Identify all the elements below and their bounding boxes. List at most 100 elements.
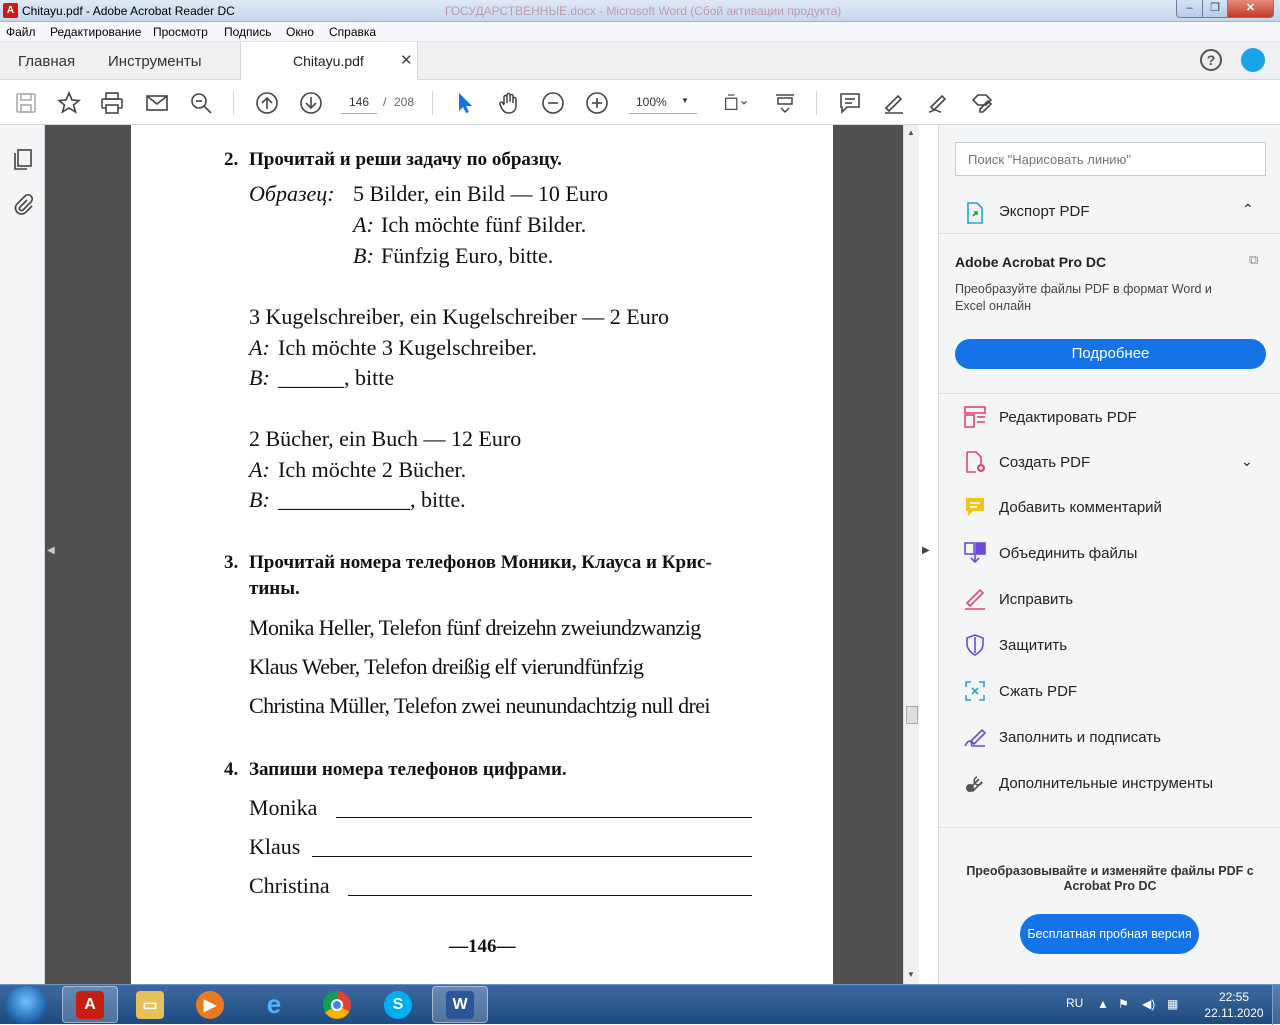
scroll-thumb[interactable]: [906, 706, 918, 724]
taskbar-skype[interactable]: S: [370, 986, 426, 1023]
draw-pen-icon[interactable]: [924, 89, 952, 117]
menu-file[interactable]: Файл: [6, 25, 36, 39]
scroll-up-icon[interactable]: ▲: [907, 128, 915, 137]
prev-page-icon[interactable]: [253, 89, 281, 117]
tab-tools[interactable]: Инструменты: [108, 53, 202, 70]
highlight-pen-icon[interactable]: [880, 89, 908, 117]
menu-edit[interactable]: Редактирование: [50, 25, 141, 39]
taskbar-internet-explorer[interactable]: e: [246, 986, 302, 1023]
collapse-right-panel-icon[interactable]: ▶: [922, 545, 936, 565]
select-cursor-icon[interactable]: [451, 89, 479, 117]
toolbar-divider: [432, 91, 433, 115]
scroll-down-icon[interactable]: ▼: [907, 970, 915, 979]
account-avatar[interactable]: [1241, 48, 1265, 72]
tool-edit-pdf[interactable]: Редактировать PDF: [939, 397, 1280, 439]
hand-tool-icon[interactable]: [495, 89, 523, 117]
window-title: Chitayu.pdf - Adobe Acrobat Reader DC: [22, 4, 235, 18]
tool-label: Создать PDF: [999, 454, 1091, 471]
task-heading: Запиши номера телефонов цифрами.: [249, 759, 567, 780]
tool-label: Исправить: [999, 591, 1074, 608]
tool-fix[interactable]: Исправить: [939, 579, 1280, 621]
tab-document[interactable]: Chitayu.pdf ✕: [240, 42, 418, 80]
show-hidden-icons-icon[interactable]: ▲: [1097, 997, 1109, 1011]
pro-promo-description: Преобразуйте файлы PDF в формат Word и E…: [955, 282, 1212, 313]
upgrade-promo-text: Преобразовывайте и изменяйте файлы PDF с…: [966, 864, 1254, 893]
action-center-flag-icon[interactable]: ⚑: [1118, 997, 1129, 1011]
tab-bar: Главная Инструменты Chitayu.pdf ✕ ?: [0, 42, 1280, 80]
task-heading: Прочитай номера телефонов Моники, Клауса…: [249, 552, 712, 573]
next-page-icon[interactable]: [297, 89, 325, 117]
tab-home[interactable]: Главная: [18, 53, 75, 70]
tool-fill-and-sign[interactable]: Заполнить и подписать: [939, 717, 1280, 759]
tool-more-tools[interactable]: Дополнительные инструменты: [939, 763, 1280, 805]
sample-line: 5 Bilder, ein Bild — 10 Euro: [353, 181, 609, 206]
tool-protect[interactable]: Защитить: [939, 625, 1280, 667]
tool-combine-files[interactable]: Объединить файлы: [939, 533, 1280, 575]
tools-search-input[interactable]: [955, 142, 1266, 176]
write-label: Christina: [249, 873, 330, 898]
zoom-in-icon[interactable]: [583, 89, 611, 117]
attachment-icon[interactable]: [9, 191, 37, 219]
pdf-page: 2. Прочитай и реши задачу по образцу. Об…: [131, 125, 833, 984]
divider: [939, 827, 1280, 828]
tool-compress-pdf[interactable]: Сжать PDF: [939, 671, 1280, 713]
export-pdf-row[interactable]: Экспорт PDF ⌃: [939, 193, 1280, 233]
page-total: 208: [394, 95, 415, 109]
start-button[interactable]: [5, 986, 47, 1024]
volume-icon[interactable]: ◀): [1142, 997, 1155, 1011]
menu-view[interactable]: Просмотр: [153, 25, 208, 39]
write-label: Klaus: [249, 834, 301, 859]
keyboard-language[interactable]: RU: [1066, 996, 1083, 1010]
page-fit-icon[interactable]: [718, 89, 754, 117]
page-number-input[interactable]: [341, 90, 377, 114]
sample-answer-b: Fünfzig Euro, bitte.: [381, 243, 554, 268]
comment-icon[interactable]: [836, 89, 864, 117]
chevron-down-icon[interactable]: ⌄: [1241, 453, 1253, 470]
taskbar-word[interactable]: W: [432, 986, 488, 1023]
bookmark-star-icon[interactable]: [55, 89, 83, 117]
zoom-search-icon[interactable]: [187, 89, 215, 117]
menu-window[interactable]: Окно: [286, 25, 314, 39]
minimize-button[interactable]: –: [1176, 0, 1203, 18]
network-icon[interactable]: ▦: [1167, 997, 1178, 1011]
menu-sign[interactable]: Подпись: [224, 25, 272, 39]
exercise-line: 3 Kugelschreiber, ein Kugelschreiber — 2…: [249, 304, 670, 329]
email-icon[interactable]: [143, 89, 171, 117]
sample-label: Образец:: [249, 181, 335, 206]
taskbar-acrobat[interactable]: A: [62, 986, 118, 1023]
taskbar-chrome[interactable]: [309, 986, 365, 1023]
fill-sign-icon[interactable]: [968, 89, 996, 117]
close-tab-icon[interactable]: ✕: [400, 51, 413, 69]
toolbar-divider: [816, 91, 817, 115]
vertical-scrollbar[interactable]: ▲ ▼: [903, 125, 919, 984]
windows-taskbar: A ▭ ▶ e S W RU ▲ ⚑ ◀) ▦ 22:55 22.11.2020: [0, 984, 1280, 1025]
left-navigation-rail: [0, 125, 45, 984]
tool-label: Защитить: [999, 637, 1068, 654]
collapse-left-panel-icon[interactable]: ◀: [47, 545, 61, 565]
skype-icon: S: [384, 990, 412, 1019]
page-thumbnails-icon[interactable]: [9, 145, 37, 173]
copy-icon[interactable]: ⧉: [1249, 252, 1258, 268]
tool-create-pdf[interactable]: Создать PDF ⌄: [939, 442, 1280, 484]
chevron-up-icon[interactable]: ⌃: [1242, 201, 1254, 218]
taskbar-media-player[interactable]: ▶: [182, 986, 238, 1023]
clock-date[interactable]: 22.11.2020: [1200, 1006, 1268, 1020]
maximize-button[interactable]: ❐: [1202, 0, 1228, 18]
clock-time[interactable]: 22:55: [1200, 990, 1268, 1004]
show-desktop-button[interactable]: [1272, 985, 1280, 1025]
tool-add-comment[interactable]: Добавить комментарий: [939, 487, 1280, 529]
zoom-out-icon[interactable]: [539, 89, 567, 117]
scroll-mode-icon[interactable]: [771, 89, 799, 117]
comment-icon: [963, 495, 989, 521]
save-icon[interactable]: [12, 89, 40, 117]
menu-help[interactable]: Справка: [329, 25, 376, 39]
print-icon[interactable]: [98, 89, 126, 117]
zoom-dropdown[interactable]: 100% ▼: [629, 90, 697, 114]
free-trial-button[interactable]: Бесплатная пробная версия: [1020, 914, 1199, 954]
help-icon[interactable]: ?: [1200, 49, 1222, 71]
fill-sign-pen-icon: [963, 587, 989, 613]
taskbar-explorer[interactable]: ▭: [122, 986, 178, 1023]
close-window-button[interactable]: ✕: [1227, 0, 1274, 18]
create-pdf-icon: [963, 450, 989, 476]
learn-more-button[interactable]: Подробнее: [955, 339, 1266, 369]
